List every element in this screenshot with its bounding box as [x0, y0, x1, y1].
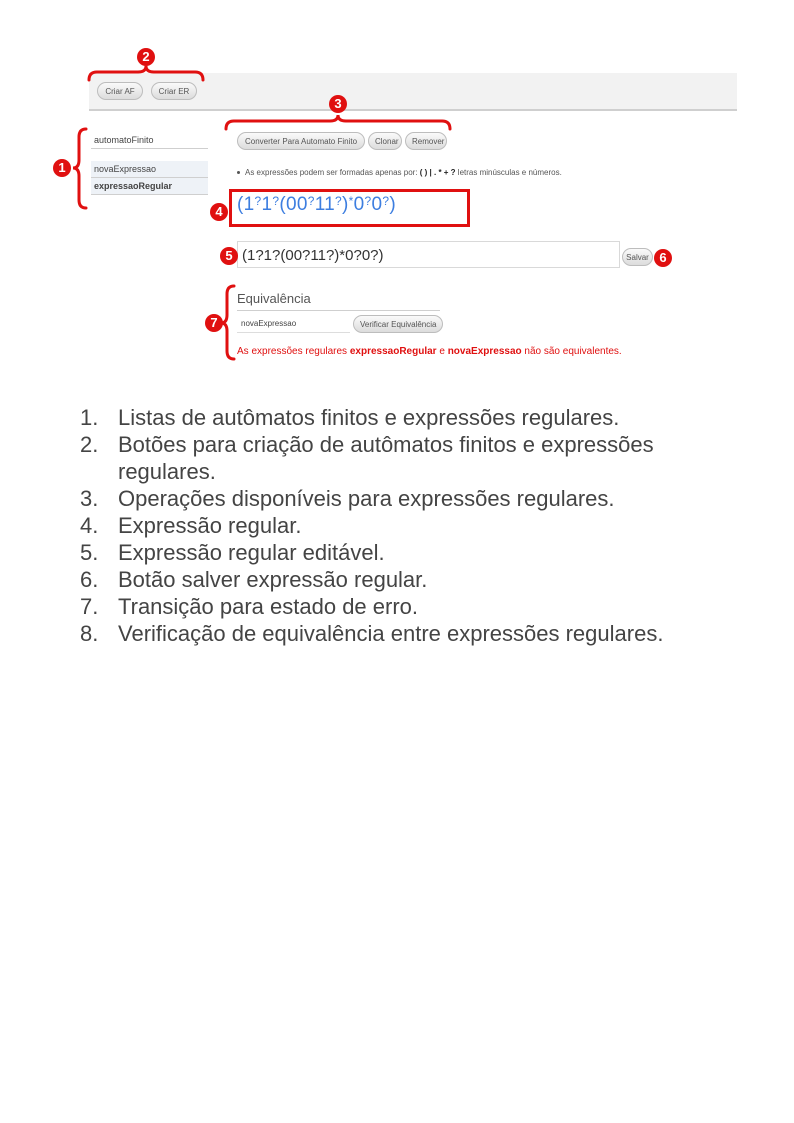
legend-number: 6. — [80, 567, 99, 592]
legend-number: 3. — [80, 486, 99, 511]
legend-list: 1. Listas de autômatos finitos e expressõ… — [80, 404, 740, 647]
legend-number: 4. — [80, 513, 99, 538]
legend-number: 1. — [80, 405, 99, 430]
annotation-badge-6: 6 — [654, 249, 672, 267]
legend-item: 3. Operações disponíveis para expressões … — [80, 485, 740, 512]
legend-item: 6. Botão salver expressão regular. — [80, 566, 740, 593]
legend-text: Botão salver expressão regular. — [118, 567, 428, 592]
legend-number: 5. — [80, 540, 99, 565]
annotation-brackets — [72, 65, 452, 361]
legend-text: Verificação de equivalência entre expres… — [118, 621, 664, 646]
legend-item: 5. Expressão regular editável. — [80, 539, 740, 566]
legend-text: Expressão regular. — [118, 513, 302, 538]
bracket-2 — [87, 65, 205, 82]
legend-number: 8. — [80, 621, 99, 646]
annotation-badge-3: 3 — [329, 95, 347, 113]
annotation-badge-1: 1 — [53, 159, 71, 177]
legend-text: Expressão regular editável. — [118, 540, 385, 565]
bracket-1 — [72, 127, 88, 210]
legend-text: Listas de autômatos finitos e expressões… — [118, 405, 620, 430]
legend-text: Transição para estado de erro. — [118, 594, 419, 619]
legend-number: 7. — [80, 594, 99, 619]
legend-item: 8. Verificação de equivalência entre expr… — [80, 620, 740, 647]
legend-item: 4. Expressão regular. — [80, 512, 740, 539]
legend-number: 2. — [80, 432, 99, 457]
legend-item: 7. Transição para estado de erro. — [80, 593, 740, 620]
annotation-badge-5: 5 — [220, 247, 238, 265]
bracket-3 — [224, 114, 452, 131]
legend-text: Botões para criação de autômatos finitos… — [118, 432, 654, 484]
legend-item: 2. Botões para criação de autômatos finit… — [80, 431, 740, 485]
annotation-badge-4: 4 — [210, 203, 228, 221]
legend-text: Operações disponíveis para expressões re… — [118, 486, 615, 511]
annotation-badge-2: 2 — [137, 48, 155, 66]
annotation-badge-7: 7 — [205, 314, 223, 332]
legend-item: 1. Listas de autômatos finitos e expressõ… — [80, 404, 740, 431]
